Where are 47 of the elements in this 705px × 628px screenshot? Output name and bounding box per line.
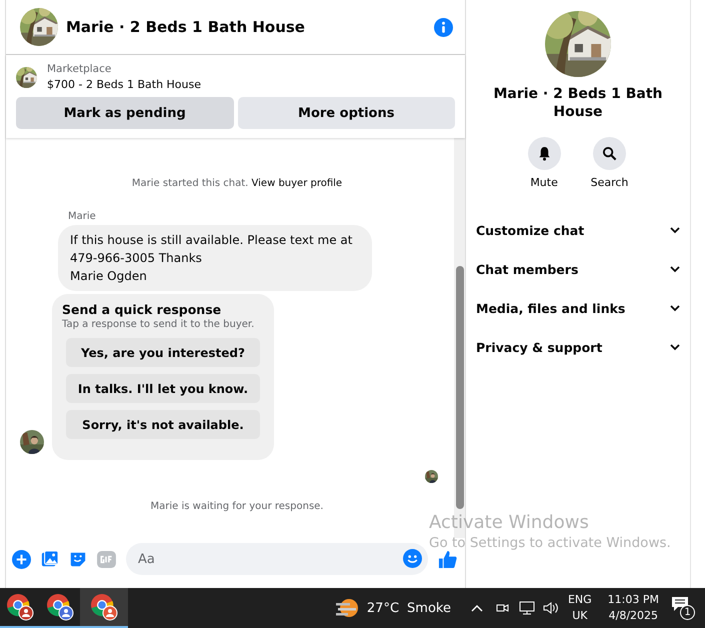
temperature-text[interactable]: 27°C [366,600,400,616]
browser-icon[interactable] [90,593,118,621]
quick-response-hint: Tap a response to send it to the buyer. [62,319,256,330]
image-icon[interactable] [41,550,59,568]
view-profile-link[interactable]: View buyer profile [252,178,342,189]
browser-icon[interactable] [6,593,34,621]
sticker-icon[interactable] [69,550,87,568]
emoji-icon[interactable] [403,549,422,568]
weather-icon[interactable] [334,597,359,619]
plus-icon[interactable] [12,550,31,568]
bell-icon [536,146,552,161]
message-input-field[interactable]: Aa [126,543,428,575]
quick-response-button[interactable]: Yes, are you interested? [66,338,260,367]
message-bubble: If this house is still available. Please text me at 479-966-3005 Thanks Marie Ogden [58,225,372,291]
listing-source: Marketplace [47,63,112,75]
chevron-icon [670,266,680,273]
info-icon[interactable] [434,18,453,36]
listing-title[interactable]: $700 - 2 Beds 1 Bath House [47,78,202,91]
search-icon [602,146,617,161]
activation-subtitle: Go to Settings to activate Windows. [429,535,671,551]
chat-title: Marie · 2 Beds 1 Bath House [66,18,306,36]
chevron-icon [670,344,680,351]
chevron-icon [670,227,680,234]
chevron-icon [670,305,680,312]
listing-action-button[interactable]: More options [238,97,455,129]
weather-condition[interactable]: Smoke [407,600,451,616]
browser-icon[interactable] [46,593,74,621]
language-indicator[interactable]: ENG UK [568,592,592,624]
quick-response-button[interactable]: Sorry, it's not available. [66,410,260,439]
sender-name: Marie [68,211,97,222]
chevron-up-icon[interactable] [470,604,483,612]
waiting-note: Marie is waiting for your response. [150,501,324,512]
quick-response-button[interactable]: In talks. I'll let you know. [66,374,260,403]
listing-action-button[interactable]: Mark as pending [16,97,234,129]
details-section[interactable]: Privacy & support [472,328,684,367]
chat-start-note: Marie started this chat. View buyer profile [132,178,342,189]
details-section[interactable]: Chat members [472,250,684,289]
clock[interactable]: 11:03 PM 4/8/2025 [608,592,659,624]
details-section[interactable]: Customize chat [472,211,684,250]
speaker-icon[interactable] [542,601,559,615]
notification-count: 1 [680,605,695,620]
thumbs-up-icon[interactable] [438,550,457,568]
conversation-name: Marie · 2 Beds 1 Bath House [492,85,664,121]
activation-title: Activate Windows [429,512,590,533]
quick-response-title: Send a quick response [62,302,222,317]
network-icon[interactable] [518,601,535,615]
details-section[interactable]: Media, files and links [472,289,684,328]
